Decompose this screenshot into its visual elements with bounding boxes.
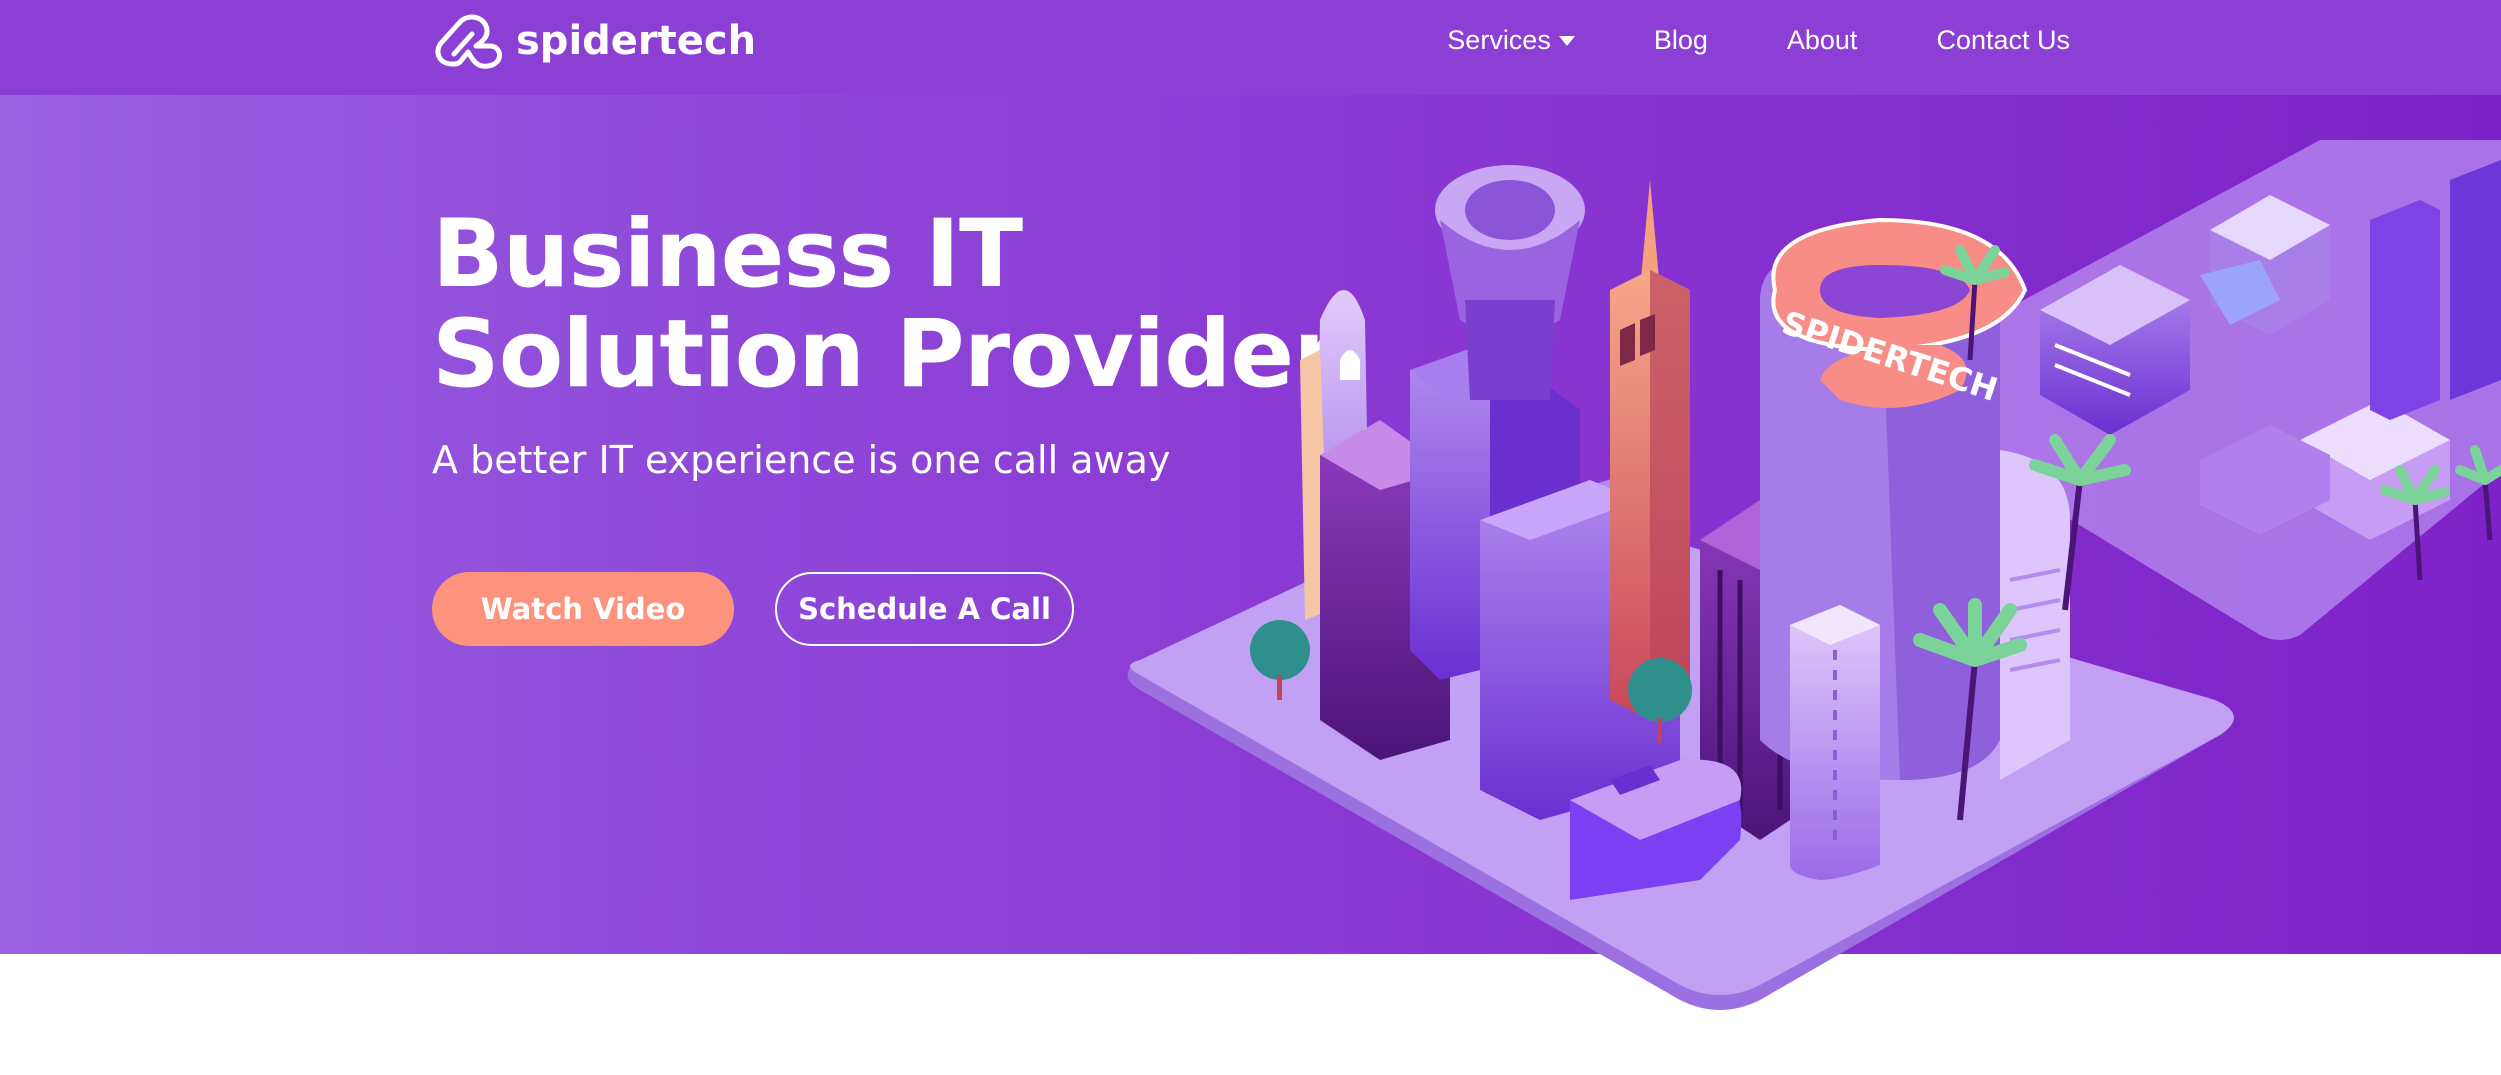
logo-link[interactable]: spidertech bbox=[432, 12, 756, 70]
nav-link-services[interactable]: Services bbox=[1447, 25, 1575, 56]
hero-subtitle: A better IT experience is one call away bbox=[432, 438, 1171, 482]
watch-video-button[interactable]: Watch Video bbox=[432, 572, 734, 646]
nav-link-about[interactable]: About bbox=[1787, 25, 1858, 56]
nav-link-label: Blog bbox=[1653, 24, 1708, 55]
nav-link-blog[interactable]: Blog bbox=[1654, 25, 1708, 56]
spidertech-logo-icon bbox=[435, 14, 502, 69]
caret-down-icon bbox=[1558, 36, 1575, 46]
nav-link-label: About bbox=[1786, 24, 1858, 55]
city-illustration: SPIDERTECH bbox=[1127, 140, 2501, 1010]
nav-link-label: Contact Us bbox=[1936, 24, 2070, 55]
main-nav: Services Blog About Contact Us bbox=[1447, 0, 2070, 80]
building-orange-skyscraper bbox=[1610, 180, 1690, 720]
schedule-call-button[interactable]: Schedule A Call bbox=[775, 572, 1074, 646]
nav-link-contact[interactable]: Contact Us bbox=[1936, 25, 2070, 56]
navbar: spidertech Services Blog About Contact U… bbox=[0, 0, 2501, 95]
building-lavender-front bbox=[1790, 605, 1880, 880]
logo-text: spidertech bbox=[516, 18, 757, 64]
nav-link-label: Services bbox=[1447, 24, 1551, 55]
